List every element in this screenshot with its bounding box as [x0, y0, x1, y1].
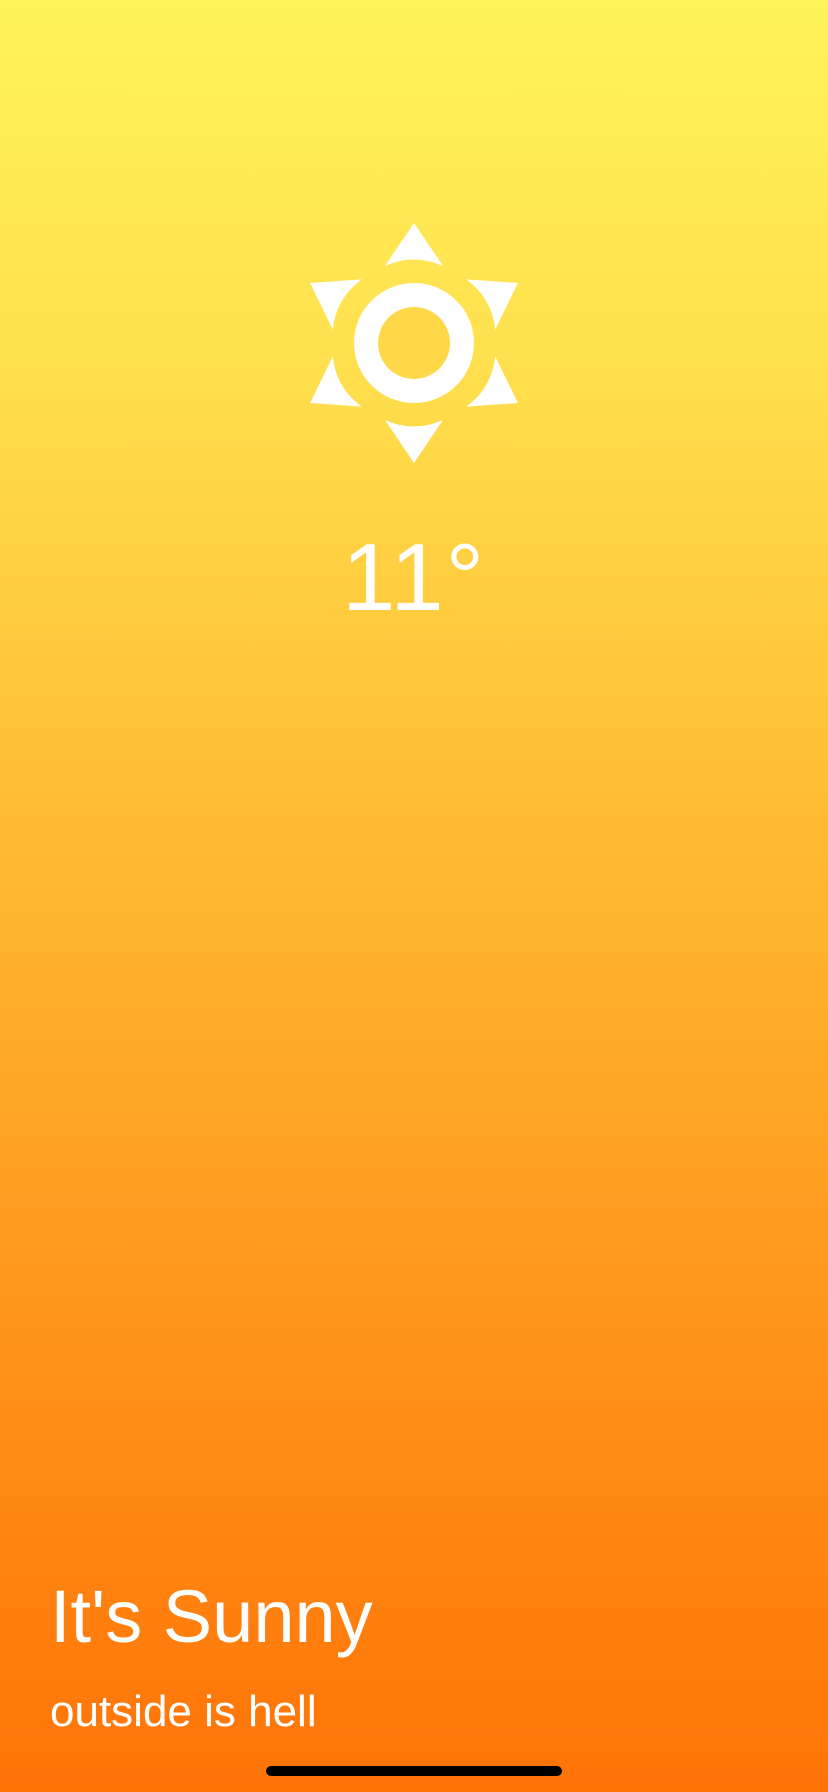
- condition-title: It's Sunny: [50, 1575, 373, 1658]
- condition-subtitle: outside is hell: [50, 1687, 317, 1736]
- weather-screen: 11° It's Sunny outside is hell: [0, 0, 828, 1792]
- home-indicator[interactable]: [266, 1766, 562, 1776]
- temperature-reading: 11°: [341, 524, 487, 631]
- sun-icon: [310, 223, 518, 463]
